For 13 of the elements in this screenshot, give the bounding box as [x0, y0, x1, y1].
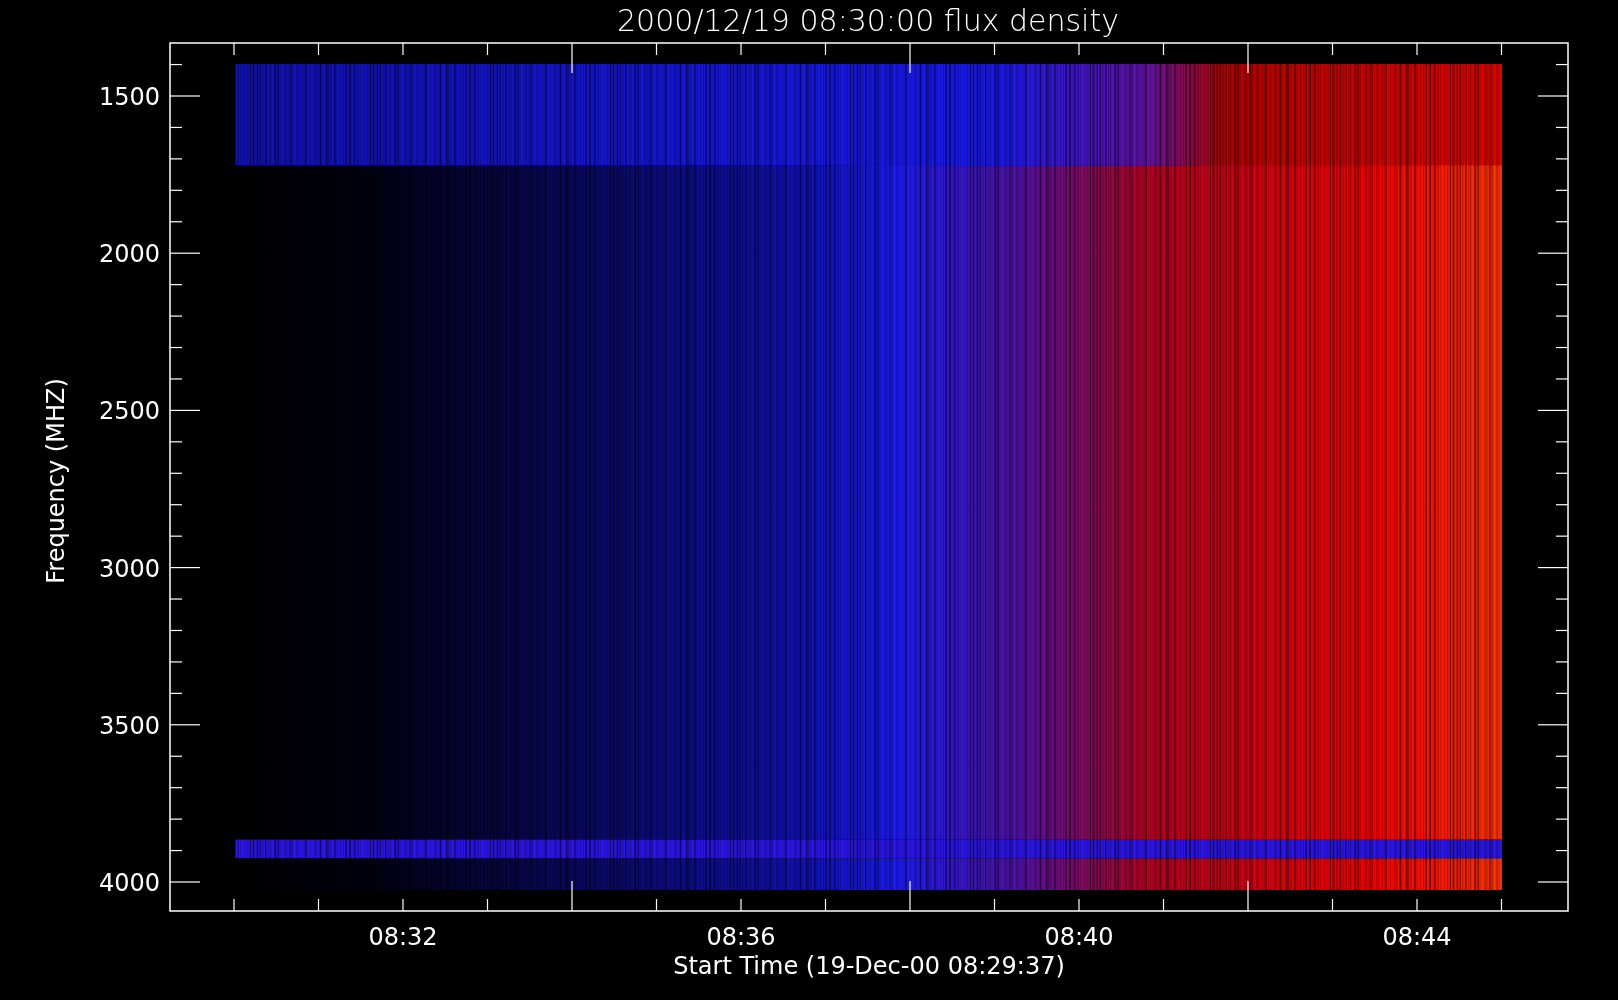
plot-title: 2000/12/19 08:30:00 flux density — [617, 3, 1119, 38]
tick-label: 08:36 — [706, 923, 776, 951]
tick-label: 2500 — [98, 397, 160, 426]
axis-label: Frequency (MHZ) — [42, 378, 70, 584]
tick-label: 1500 — [98, 83, 160, 111]
axis-label: Start Time (19-Dec-00 08:29:37) — [673, 952, 1065, 980]
tick-label: 08:32 — [368, 923, 438, 951]
tick-label: 3500 — [98, 711, 160, 740]
tick-label: 4000 — [98, 869, 160, 897]
tick-label: 3000 — [98, 554, 160, 583]
tick-label: 2000 — [98, 240, 160, 269]
tick-label: 08:44 — [1382, 923, 1452, 951]
tick-label: 08:40 — [1044, 923, 1114, 951]
